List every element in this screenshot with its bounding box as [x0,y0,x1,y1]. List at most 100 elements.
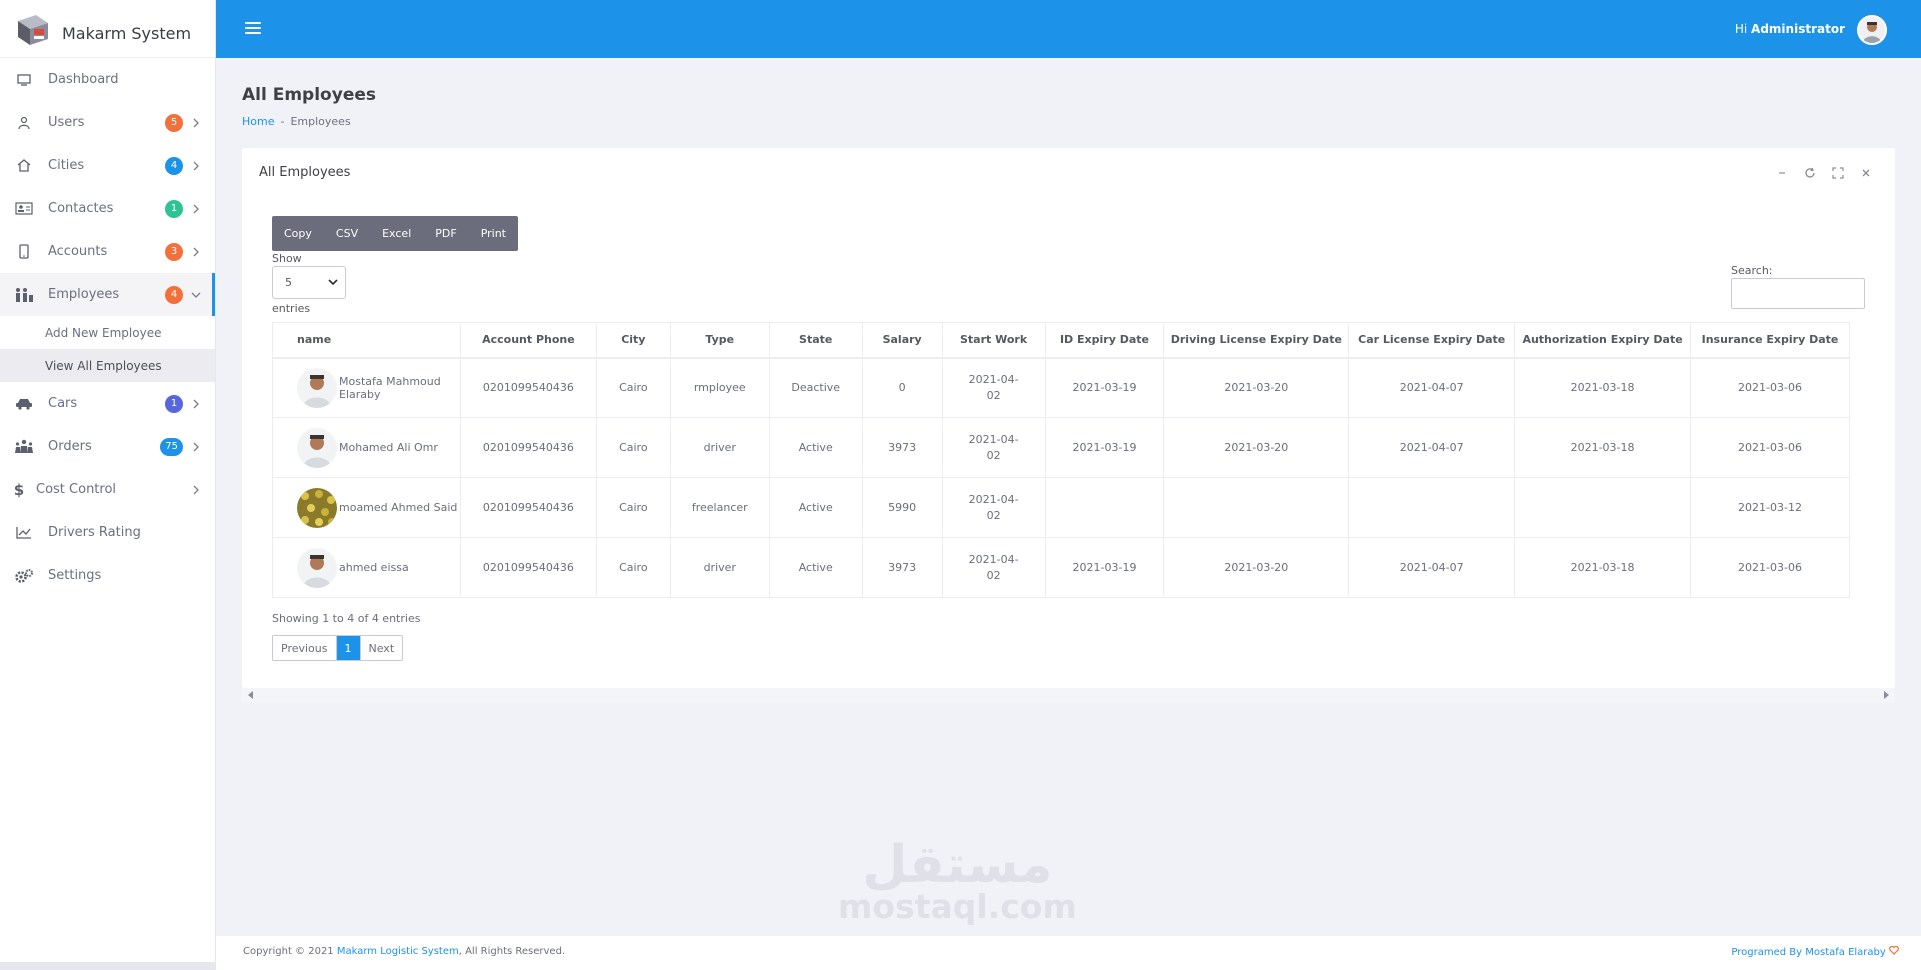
previous-page-button[interactable]: Previous [273,636,337,660]
pdf-button[interactable]: PDF [423,216,468,251]
cell-car-license-expiry: 2021-04-07 [1348,537,1516,598]
sidebar-item-employees[interactable]: Employees 4 [0,273,215,316]
cell-phone: 0201099540436 [459,417,597,478]
copy-button[interactable]: Copy [272,216,324,251]
cell-name: Mohamed Ali Omr [272,417,461,478]
sidebar-item-contactes[interactable]: Contactes 1 [0,187,215,230]
sidebar-item-label: Settings [48,568,102,583]
users-icon [14,114,34,132]
cell-state: Active [768,477,863,538]
card-title: All Employees [259,165,351,180]
search-label: Search: [1731,264,1773,277]
column-header-city[interactable]: City [595,322,671,359]
start-work-line1: 2021-04- [968,432,1019,446]
cell-salary: 5990 [861,477,943,538]
close-icon[interactable] [1859,166,1873,180]
employee-avatar [297,547,337,588]
print-button[interactable]: Print [469,216,518,251]
hamburger-menu-icon[interactable] [245,22,261,35]
mobile-icon [14,243,34,261]
cell-state: Deactive [768,357,863,418]
cell-salary: 3973 [861,537,943,598]
table-row[interactable]: ahmed eissa 0201099540436 Cairo driver A… [272,537,1850,598]
entries-label: entries [272,302,311,315]
start-work-line2: 02 [986,508,1001,522]
next-page-button[interactable]: Next [359,636,403,660]
sidebar-item-dashboard[interactable]: Dashboard [0,58,215,101]
refresh-icon[interactable] [1803,166,1817,180]
breadcrumb: Home - Employees [242,115,351,128]
greeting-prefix: Hi [1734,22,1748,36]
cell-state: Active [768,417,863,478]
cell-start-work: 2021-04- 02 [941,537,1046,598]
column-header-name[interactable]: name [272,322,461,359]
sidebar-item-cities[interactable]: Cities 4 [0,144,215,187]
export-buttons: Copy CSV Excel PDF Print [272,216,518,251]
search-input[interactable] [1731,278,1865,309]
sidebar-item-users[interactable]: Users 5 [0,101,215,144]
breadcrumb-home-link[interactable]: Home [242,115,274,128]
sidebar-item-orders[interactable]: Orders 75 [0,425,215,468]
table-row[interactable]: moamed Ahmed Said 0201099540436 Cairo fr… [272,477,1850,538]
sidebar-bottom-strip [0,962,216,970]
column-header-driving-license-expiry-date[interactable]: Driving License Expiry Date [1163,322,1350,359]
table-row[interactable]: Mohamed Ali Omr 0201099540436 Cairo driv… [272,417,1850,478]
sidebar-item-drivers-rating[interactable]: Drivers Rating [0,511,215,554]
column-header-salary[interactable]: Salary [861,322,943,359]
cell-id-expiry: 2021-03-19 [1044,417,1165,478]
cell-driving-license-expiry [1163,477,1350,538]
table-row[interactable]: Mostafa Mahmoud Elaraby 0201099540436 Ca… [272,357,1850,418]
page-length-select[interactable]: 5 [272,266,346,299]
column-header-type[interactable]: Type [669,322,770,359]
excel-button[interactable]: Excel [370,216,423,251]
brand[interactable]: Makarm System [0,0,215,58]
column-header-car-license-expiry-date[interactable]: Car License Expiry Date [1348,322,1516,359]
monitor-icon [14,71,34,89]
count-badge: 4 [165,156,183,175]
user-avatar[interactable] [1857,15,1887,45]
card-tools [1775,166,1873,180]
column-header-id-expiry-date[interactable]: ID Expiry Date [1044,322,1165,359]
breadcrumb-current: Employees [290,115,351,128]
sidebar-subitem-view-all-employees[interactable]: View All Employees [0,349,215,382]
sidebar-item-cars[interactable]: Cars 1 [0,382,215,425]
scroll-right-arrow-icon[interactable] [1884,691,1889,699]
column-header-authorization-expiry-date[interactable]: Authorization Expiry Date [1514,322,1692,359]
car-icon [14,395,34,413]
sidebar-item-label: Users [48,115,85,130]
page-1-button[interactable]: 1 [336,636,360,660]
cell-salary: 0 [861,357,943,418]
count-badge: 4 [165,285,183,304]
column-header-account-phone[interactable]: Account Phone [459,322,597,359]
cell-type: driver [669,417,770,478]
count-badge: 5 [165,113,183,132]
minimize-icon[interactable] [1775,166,1789,180]
column-header-start-work[interactable]: Start Work [941,322,1046,359]
column-header-insurance-expiry-date[interactable]: Insurance Expiry Date [1690,322,1850,359]
fullscreen-icon[interactable] [1831,166,1845,180]
cell-authorization-expiry: 2021-03-18 [1514,417,1692,478]
horizontal-scrollbar[interactable] [242,688,1895,703]
cell-id-expiry [1044,477,1165,538]
credit[interactable]: Programed By Mostafa Elaraby [1731,945,1899,958]
page-length-value: 5 [285,276,292,289]
pagination: Previous 1 Next [272,635,404,661]
csv-button[interactable]: CSV [324,216,370,251]
company-link[interactable]: Makarm Logistic System [337,946,459,957]
scroll-left-arrow-icon[interactable] [248,691,253,699]
employee-avatar [297,367,337,408]
cell-city: Cairo [595,417,671,478]
cell-name: Mostafa Mahmoud Elaraby [272,357,461,418]
cell-insurance-expiry: 2021-03-06 [1690,537,1850,598]
sidebar-item-cost-control[interactable]: $ Cost Control [0,468,215,511]
sidebar-item-settings[interactable]: Settings [0,554,215,597]
column-header-state[interactable]: State [768,322,863,359]
cell-id-expiry: 2021-03-19 [1044,357,1165,418]
chevron-right-icon [191,204,201,214]
user-greeting[interactable]: Hi Administrator [1735,22,1845,36]
cell-start-work: 2021-04- 02 [941,417,1046,478]
employee-name: Mohamed Ali Omr [339,441,438,454]
watermark-arabic: مستقل [862,835,1053,895]
sidebar-item-accounts[interactable]: Accounts 3 [0,230,215,273]
sidebar-subitem-add-new-employee[interactable]: Add New Employee [0,316,215,349]
